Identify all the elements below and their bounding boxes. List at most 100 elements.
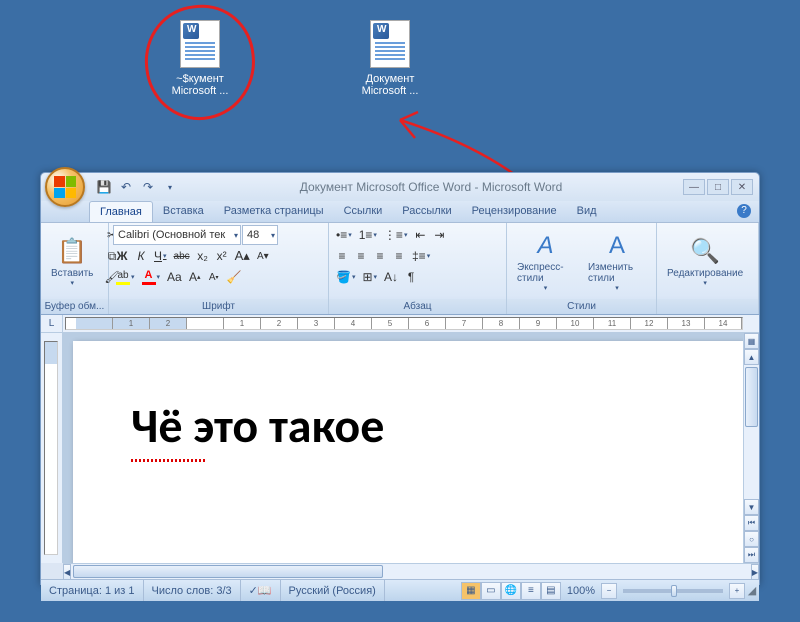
grow-font2-button[interactable]: A▴ [186,267,204,287]
decrease-indent-button[interactable]: ⇤ [411,225,429,245]
page-view[interactable]: Чё это такое [63,333,743,563]
scroll-down-icon[interactable]: ▼ [744,499,759,515]
italic-button[interactable]: К [132,246,150,266]
tab-references[interactable]: Ссылки [334,201,393,222]
page[interactable]: Чё это такое [73,341,743,563]
tab-view[interactable]: Вид [567,201,607,222]
justify-button[interactable]: ≡ [390,246,408,266]
clear-formatting-button[interactable]: 🧹 [224,267,245,287]
redo-icon[interactable]: ↷ [139,178,157,196]
tab-mailings[interactable]: Рассылки [392,201,461,222]
shrink-font2-button[interactable]: A▾ [205,267,223,287]
editing-button[interactable]: 🔍 Редактирование▾ [661,225,749,299]
font-name-select[interactable]: Calibri (Основной тек [113,225,241,245]
find-icon: 🔍 [690,237,720,266]
icon-label: Документ Microsoft ... [350,73,430,97]
shrink-font-button[interactable]: A▾ [254,246,272,266]
office-button[interactable] [45,167,85,207]
status-bar: Страница: 1 из 1 Число слов: 3/3 ✓📖 Русс… [41,579,759,601]
undo-icon[interactable]: ↶ [117,178,135,196]
resize-grip-icon[interactable]: ◢ [745,584,759,597]
superscript-button[interactable]: x² [213,246,231,266]
word-doc-icon [176,20,224,68]
bullets-button[interactable]: •≡ [333,225,355,245]
word-count[interactable]: Число слов: 3/3 [144,580,241,601]
window-title: Документ Microsoft Office Word - Microso… [179,180,683,194]
line-spacing-button[interactable]: ‡≡ [409,246,433,266]
align-right-button[interactable]: ≡ [371,246,389,266]
prev-page-icon[interactable]: ⏮ [744,515,759,531]
browse-object-icon[interactable]: ○ [744,531,759,547]
change-styles-label: Изменить стили [588,262,646,284]
minimize-button[interactable]: — [683,179,705,195]
grow-font-button[interactable]: A▴ [232,246,253,266]
maximize-button[interactable]: □ [707,179,729,195]
borders-button[interactable]: ⊞ [359,267,380,287]
help-icon[interactable]: ? [737,204,751,218]
subscript-button[interactable]: x₂ [194,246,212,266]
numbering-button[interactable]: 1≡ [356,225,380,245]
save-icon[interactable]: 💾 [95,178,113,196]
close-button[interactable]: ✕ [731,179,753,195]
document-area: Чё это такое ▦ ▲ ▼ ⏮ ○ ⏭ [41,333,759,563]
document-text[interactable]: Чё это такое [131,396,384,455]
desktop-document-icon[interactable]: Документ Microsoft ... [350,20,430,97]
align-left-button[interactable]: ≡ [333,246,351,266]
paste-button[interactable]: 📋 Вставить ▾ [45,225,99,299]
editing-group-label [657,299,758,314]
page-status[interactable]: Страница: 1 из 1 [41,580,144,601]
font-color-button[interactable]: A [139,267,164,287]
scroll-up-icon[interactable]: ▲ [744,349,759,365]
tab-insert[interactable]: Вставка [153,201,214,222]
language-status[interactable]: Русский (Россия) [281,580,385,601]
show-marks-button[interactable]: ¶ [402,267,420,287]
spelling-error-underline [131,459,205,462]
increase-indent-button[interactable]: ⇥ [430,225,448,245]
tab-layout[interactable]: Разметка страницы [214,201,334,222]
change-styles-button[interactable]: A Изменить стили▾ [582,225,652,299]
outline-view[interactable]: ≡ [521,582,541,600]
zoom-handle[interactable] [671,585,677,597]
underline-button[interactable]: Ч [151,246,170,266]
scroll-right-icon[interactable]: ▶ [751,564,759,580]
horizontal-ruler[interactable]: 121234567891011121314151617 [65,317,743,330]
sort-button[interactable]: A↓ [381,267,401,287]
change-case-button[interactable]: Aa [164,267,185,287]
full-screen-view[interactable]: ▭ [481,582,501,600]
web-layout-view[interactable]: 🌐 [501,582,521,600]
titlebar[interactable]: 💾 ↶ ↷ ▾ Документ Microsoft Office Word -… [41,173,759,201]
draft-view[interactable]: ▤ [541,582,561,600]
scroll-left-icon[interactable]: ◀ [63,564,71,580]
qat-dropdown-icon[interactable]: ▾ [161,178,179,196]
office-logo-icon [54,176,76,198]
bold-button[interactable]: Ж [113,246,131,266]
ruler-toggle-icon[interactable]: ▦ [744,333,759,349]
next-page-icon[interactable]: ⏭ [744,547,759,563]
print-layout-view[interactable]: ▦ [461,582,481,600]
strike-button[interactable]: abc [171,246,193,266]
quick-styles-label: Экспресс-стили [517,262,574,284]
tab-review[interactable]: Рецензирование [462,201,567,222]
scroll-thumb[interactable] [745,367,758,427]
scroll-thumb-h[interactable] [73,565,383,578]
zoom-out-icon[interactable]: − [601,583,617,599]
zoom-slider[interactable] [623,589,723,593]
styles-icon: A [537,232,553,260]
tab-selector[interactable]: L [41,315,63,332]
zoom-level[interactable]: 100% [561,585,601,597]
shading-button[interactable]: 🪣 [333,267,358,287]
align-center-button[interactable]: ≡ [352,246,370,266]
zoom-in-icon[interactable]: + [729,583,745,599]
proofing-status[interactable]: ✓📖 [241,580,281,601]
multilevel-button[interactable]: ⋮≡ [381,225,411,245]
vertical-scrollbar[interactable]: ▦ ▲ ▼ ⏮ ○ ⏭ [743,333,759,563]
tab-home[interactable]: Главная [89,201,153,222]
horizontal-scrollbar[interactable]: ◀ ▶ [63,563,759,579]
word-doc-icon [366,20,414,68]
desktop-temp-file-icon[interactable]: ~$кумент Microsoft ... [160,20,240,97]
paragraph-group-label: Абзац [329,299,506,314]
highlight-button[interactable]: ab [113,267,138,287]
vertical-ruler[interactable] [41,333,63,563]
quick-styles-button[interactable]: A Экспресс-стили▾ [511,225,580,299]
font-size-select[interactable]: 48 [242,225,278,245]
